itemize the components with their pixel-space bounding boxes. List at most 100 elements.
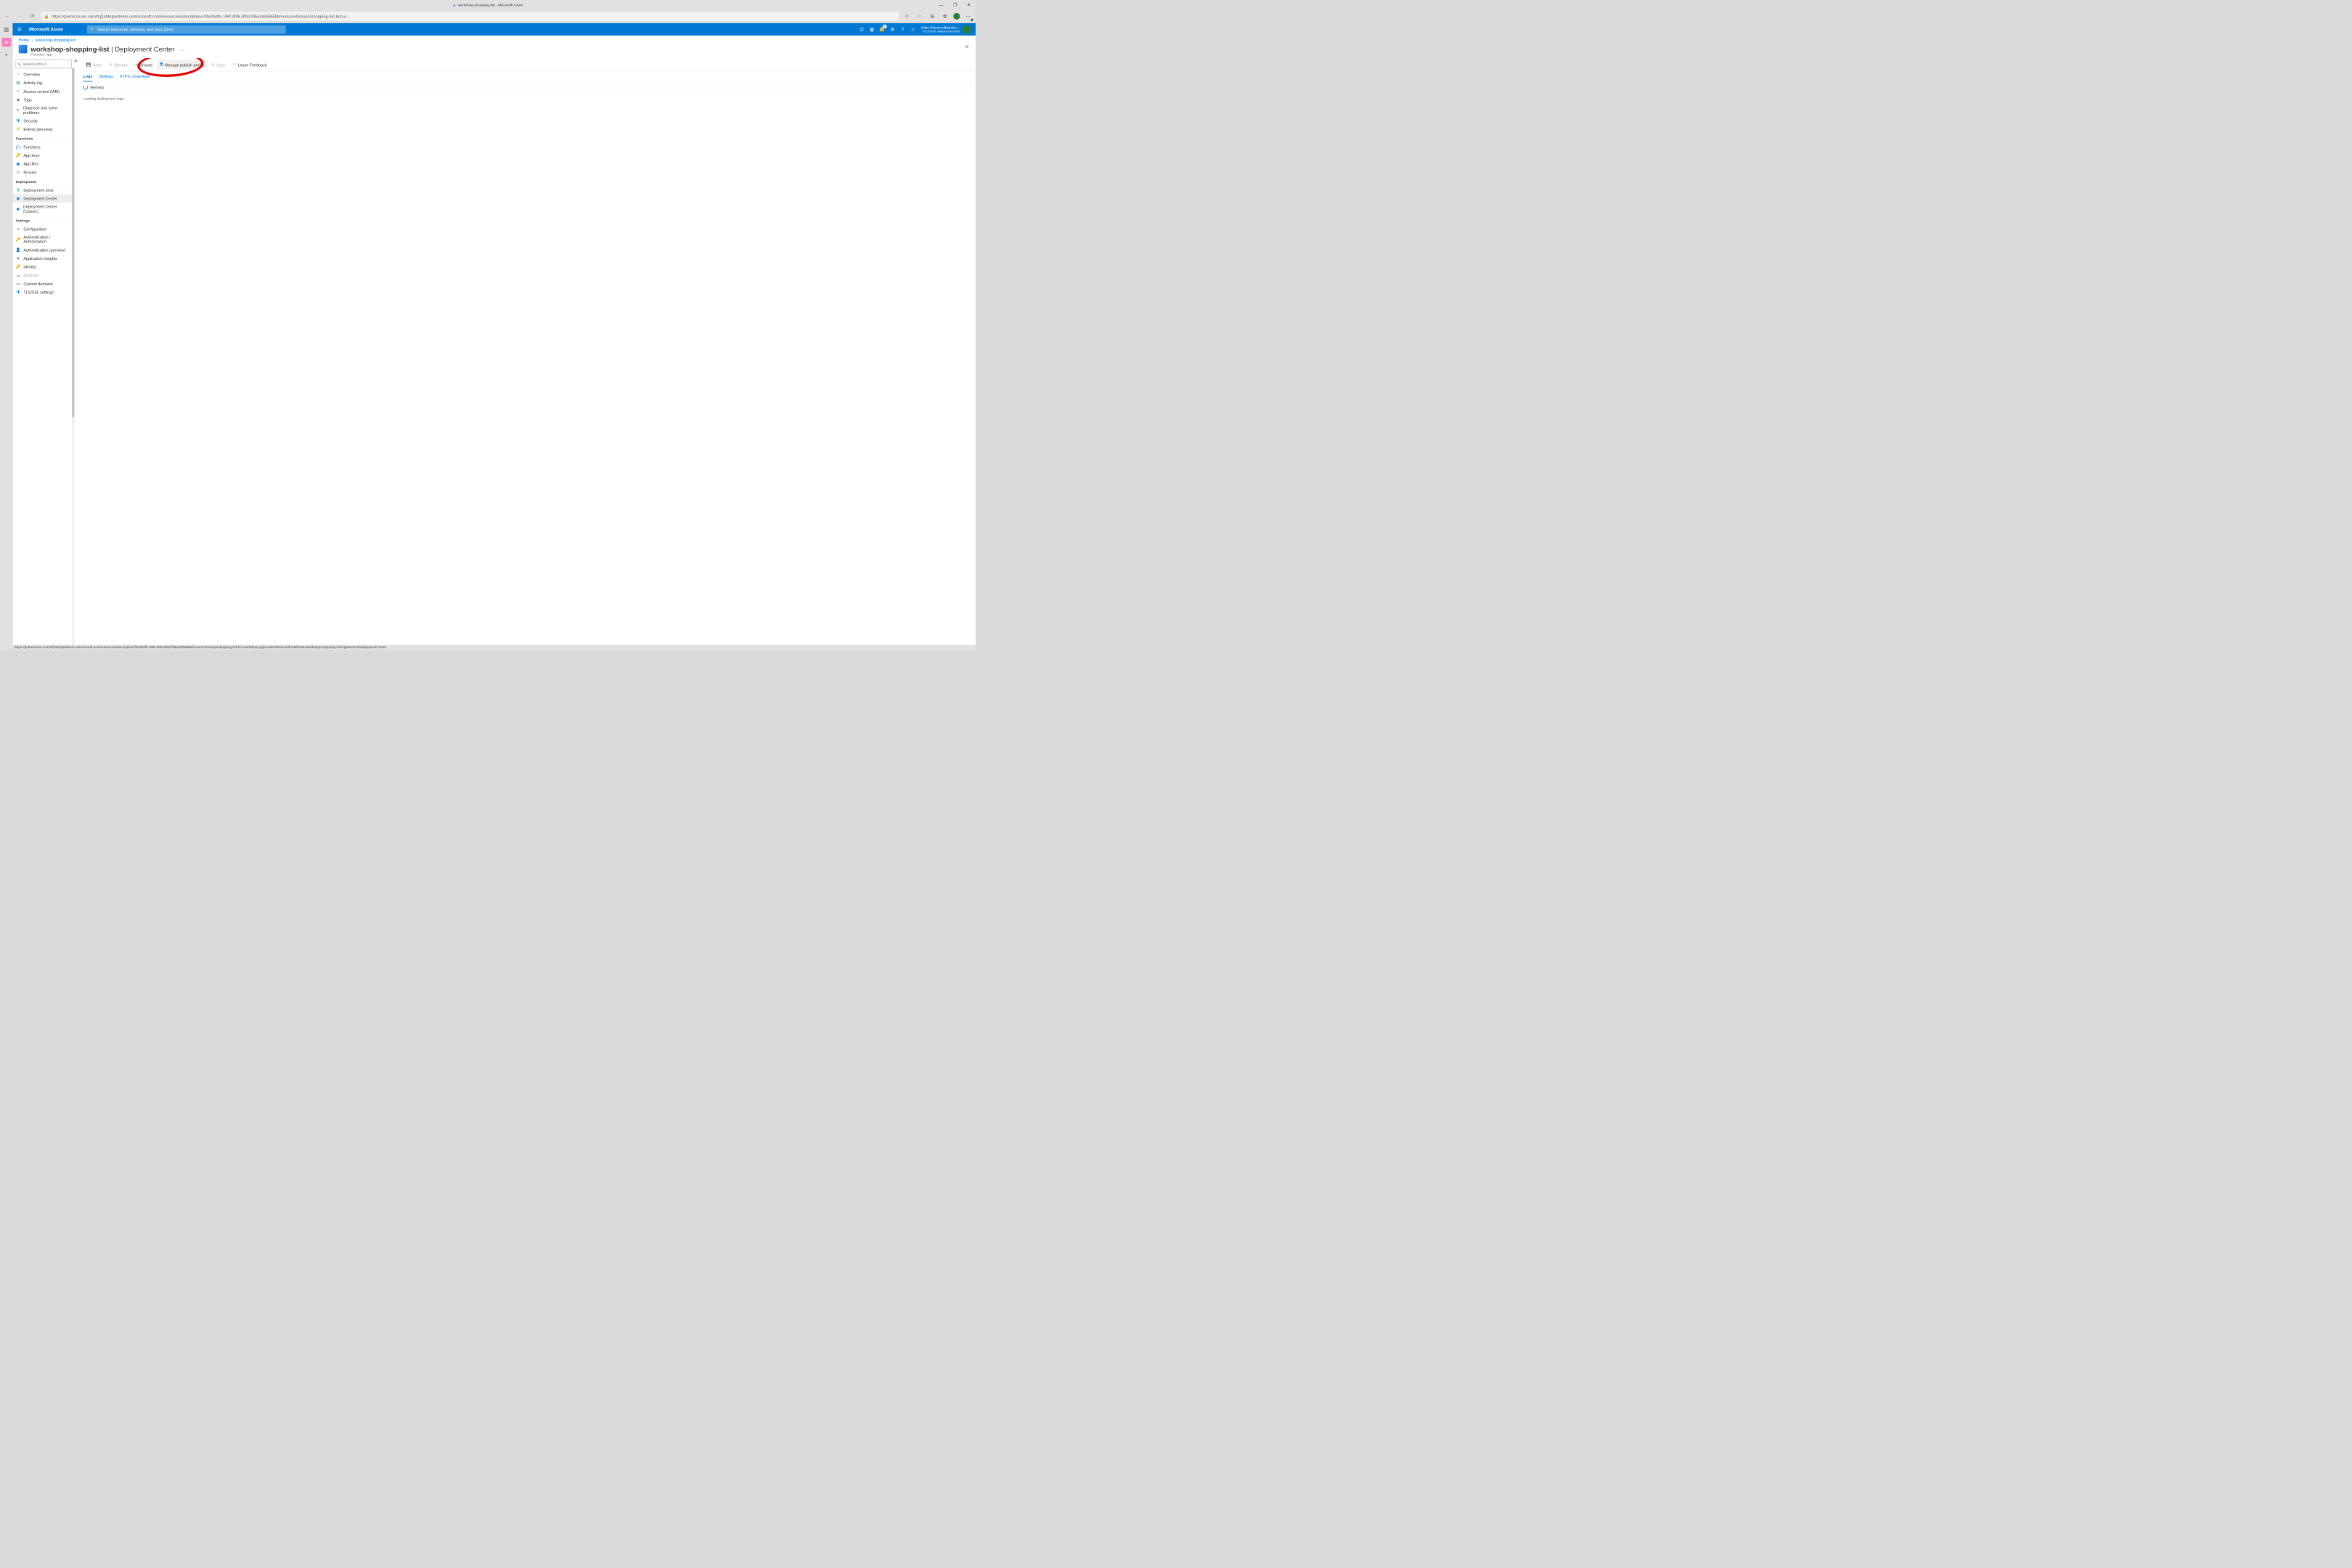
sidebar-item-auth-authorization[interactable]: 🔑Authentication / Authorization (12, 233, 74, 245)
new-tab-icon[interactable]: + (0, 49, 12, 61)
close-blade-button[interactable]: ✕ (965, 44, 969, 49)
notification-badge: 1 (883, 25, 887, 29)
heart-icon: ♡ (232, 62, 236, 68)
sidebar-item-app-keys[interactable]: 🔑App keys (12, 151, 74, 160)
help-icon[interactable]: ? (897, 23, 907, 36)
maximize-button[interactable]: ❐ (948, 0, 962, 9)
feedback-icon[interactable]: ☺ (908, 23, 918, 36)
azure-search[interactable]: 🔍 Search resources, services, and docs (… (87, 25, 286, 34)
vertical-tabs-icon[interactable]: ▥ (0, 23, 12, 36)
sidebar-item-functions[interactable]: {ƒ}Functions (12, 143, 74, 152)
resource-sidebar: 🔍 Search (Ctrl+/) ⟐Overview ▤Activity lo… (12, 58, 74, 650)
search-placeholder: Search resources, services, and docs (G+… (97, 27, 173, 31)
discard-icon: ✕ (109, 62, 113, 68)
window-title: workshop-shopping-list - Microsoft Azure (458, 3, 523, 7)
discard-button[interactable]: ✕Discard (106, 61, 131, 69)
document-icon: 🗎 (160, 62, 163, 68)
azure-brand[interactable]: Microsoft Azure (29, 27, 63, 32)
sidebar-item-app-insights[interactable]: ◈Application Insights (12, 254, 74, 263)
function-app-icon (19, 45, 28, 54)
tab-ftps-credentials[interactable]: FTPS credentials (120, 74, 150, 81)
read-aloud-icon[interactable]: ✩ (903, 12, 912, 21)
browser-menu-button[interactable]: ⋯ (964, 12, 973, 21)
sidebar-item-deployment-center-classic[interactable]: ◉Deployment Center (Classic) (12, 203, 74, 215)
sidebar-search[interactable]: 🔍 Search (Ctrl+/) (15, 60, 72, 69)
browser-left-rail: ▥ A + (0, 23, 12, 650)
save-icon: 💾 (86, 62, 91, 68)
collections-icon[interactable]: ⊞ (928, 12, 936, 21)
extensions-icon[interactable]: ✿ (941, 12, 950, 21)
cloud-shell-icon[interactable]: ⎚ (857, 23, 867, 36)
breadcrumb-home[interactable]: Home (19, 38, 29, 42)
account-avatar[interactable] (963, 25, 971, 34)
sidebar-item-deployment-slots[interactable]: ⇅Deployment slots (12, 186, 74, 195)
sidebar-item-access-control[interactable]: ᴬAccess control (IAM) (12, 87, 74, 96)
tab-azure-icon[interactable]: A (1, 38, 10, 46)
sidebar-group-settings: Settings (12, 216, 74, 224)
url-text: https://portal.azure.com/#@stdntpartners… (52, 14, 351, 19)
breadcrumb: Home › workshop-shopping-list (12, 36, 976, 44)
sidebar-group-functions: Functions (12, 134, 74, 142)
browser-toolbar: ← → ⟳ 🔒 https://portal.azure.com/#@stdnt… (0, 9, 976, 23)
sidebar-item-security[interactable]: 🛡Security (12, 117, 74, 126)
sidebar-item-backups[interactable]: ☁Backups (12, 271, 74, 279)
profile-avatar[interactable] (953, 13, 960, 20)
sync-icon: ⟳ (211, 62, 215, 68)
azure-portal: ☰ Microsoft Azure 🔍 Search resources, se… (12, 23, 976, 650)
azure-logo-icon: ▲ (452, 3, 456, 7)
notifications-icon[interactable]: 🔔1 (877, 23, 887, 36)
save-button[interactable]: 💾Save (83, 61, 105, 69)
account-info[interactable]: Malte.Reimann@studen… STUDENT AMBASSADOR… (921, 25, 960, 33)
browse-button[interactable]: ↗Browse (131, 61, 155, 69)
sidebar-item-auth-preview[interactable]: 👤Authentication (preview) (12, 245, 74, 254)
favorites-icon[interactable]: ☆ (915, 12, 924, 21)
tab-settings[interactable]: Settings (99, 74, 113, 81)
window-titlebar: ▲ workshop-shopping-list - Microsoft Azu… (0, 0, 976, 9)
tabs: Logs Settings FTPS credentials (77, 72, 976, 82)
sidebar-item-events[interactable]: ⚡Events (preview) (12, 125, 74, 134)
toolbar: 💾Save ✕Discard ↗Browse 🗎Manage publish p… (77, 58, 976, 72)
sidebar-item-diagnose[interactable]: ✎Diagnose and solve problems (12, 104, 74, 116)
browse-icon: ↗ (134, 62, 138, 68)
sidebar-item-deployment-center[interactable]: ◉Deployment Center (12, 195, 74, 203)
refresh-icon (83, 85, 88, 90)
minimize-button[interactable]: — (934, 0, 948, 9)
leave-feedback-button[interactable]: ♡Leave Feedback (229, 61, 269, 69)
tab-logs[interactable]: Logs (83, 74, 92, 81)
page-title: workshop-shopping-list | Deployment Cent… (30, 45, 174, 53)
manage-publish-profile-button[interactable]: 🗎Manage publish profile (157, 60, 207, 70)
close-window-button[interactable]: ✕ (962, 0, 976, 9)
sidebar-item-custom-domains[interactable]: ▭Custom domains (12, 279, 74, 288)
page-title-row: workshop-shopping-list | Deployment Cent… (12, 44, 976, 54)
directory-filter-icon[interactable]: ▦ (867, 23, 877, 36)
sidebar-item-activity-log[interactable]: ▤Activity log (12, 78, 74, 87)
search-icon: 🔍 (90, 27, 95, 32)
settings-icon[interactable]: ⚙ (887, 23, 897, 36)
breadcrumb-sep: › (31, 38, 33, 42)
sidebar-item-configuration[interactable]: ≡Configuration (12, 224, 74, 233)
sidebar-item-overview[interactable]: ⟐Overview (12, 70, 74, 79)
hamburger-menu[interactable]: ☰ (17, 26, 22, 32)
sidebar-group-deployment: Deployment (12, 176, 74, 185)
account-tenant: STUDENT AMBASSADORS (921, 30, 960, 33)
main-content: 💾Save ✕Discard ↗Browse 🗎Manage publish p… (77, 58, 976, 650)
azure-header: ☰ Microsoft Azure 🔍 Search resources, se… (12, 23, 976, 36)
refresh-button[interactable]: ⟳ (28, 12, 37, 21)
forward-button[interactable]: → (16, 12, 25, 21)
breadcrumb-current[interactable]: workshop-shopping-list (36, 38, 75, 42)
loading-message: Loading deployment logs... (83, 93, 969, 102)
sidebar-item-proxies[interactable]: ⇄Proxies (12, 168, 74, 176)
sidebar-scrollbar[interactable] (72, 68, 74, 417)
sidebar-item-tls-ssl[interactable]: 🛡TLS/SSL settings (12, 288, 74, 297)
status-bar: https://portal.azure.com/#@stdntpartners… (12, 645, 976, 650)
refresh-button[interactable]: Refresh (77, 82, 976, 93)
back-button[interactable]: ← (3, 12, 12, 21)
sidebar-item-identity[interactable]: 🔑Identity (12, 263, 74, 271)
lock-icon: 🔒 (44, 14, 49, 19)
sidebar-item-tags[interactable]: ◆Tags (12, 95, 74, 104)
sidebar-item-app-files[interactable]: ▣App files (12, 160, 74, 168)
title-more-button[interactable]: … (180, 46, 185, 52)
sync-button[interactable]: ⟳Sync (208, 61, 228, 69)
search-icon: 🔍 (17, 62, 22, 66)
address-bar[interactable]: 🔒 https://portal.azure.com/#@stdntpartne… (41, 12, 898, 20)
